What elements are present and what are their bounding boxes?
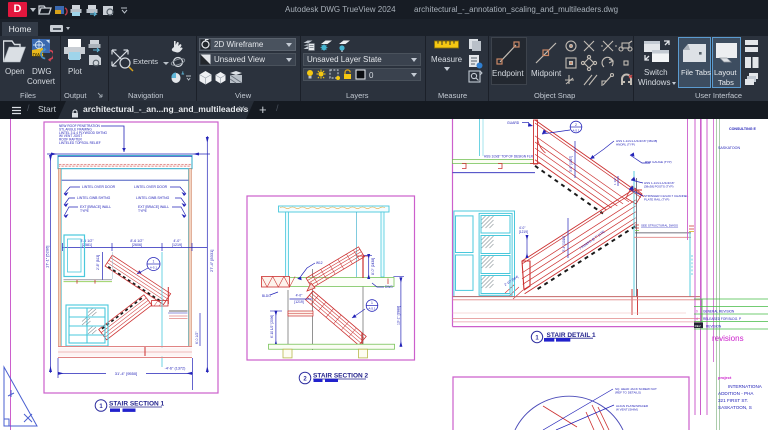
svg-text:LINTEL GWB SHTNG: LINTEL GWB SHTNG [136,196,170,200]
svg-text:PLATE RAIL (TYP): PLATE RAIL (TYP) [644,198,669,202]
svg-text:LINTEL GWB SHTNG: LINTEL GWB SHTNG [77,196,111,200]
svg-text:27'-4" [8331]: 27'-4" [8331] [209,250,214,272]
svg-text:8'-0" [2438]: 8'-0" [2438] [371,258,375,275]
svg-text:3'-4" [1016]: 3'-4" [1016] [562,236,566,252]
svg-text:1 1/2": 1 1/2" [613,177,617,185]
svg-text:2'-10" [864]: 2'-10" [864] [503,275,519,287]
svg-text:STAIR SECTION 2: STAIR SECTION 2 [313,373,369,380]
svg-text:13'-1" [3988]: 13'-1" [3988] [396,306,400,325]
svg-text:HSS 1/2x8" TOP OF DESIGN FLR: HSS 1/2x8" TOP OF DESIGN FLR [484,155,534,159]
svg-text:LINTEL OVER DOOR: LINTEL OVER DOOR [134,185,168,189]
svg-text:4'-0": 4'-0" [296,294,304,298]
svg-text:revisions: revisions [712,334,744,343]
svg-text:SASKATOON, S: SASKATOON, S [718,405,752,410]
svg-text:STAIR DETAIL 1: STAIR DETAIL 1 [547,332,597,339]
svg-text:LINTELED TOPSOIL RELIEF: LINTELED TOPSOIL RELIEF [59,141,101,145]
svg-text:A-5.1: A-5.1 [572,128,580,132]
svg-text:-4'-6" (1372): -4'-6" (1372) [165,367,187,371]
svg-text:31'-4" [9550]: 31'-4" [9550] [115,371,137,376]
svg-text:(REF TO DETAILS): (REF TO DETAILS) [615,391,641,395]
svg-text:3'-6" [1067]: 3'-6" [1067] [569,156,573,172]
svg-text:REVISION: REVISION [706,325,722,329]
svg-text:1: 1 [371,301,373,305]
svg-text:0: 0 [369,71,374,80]
svg-text:TYPE: TYPE [138,209,148,213]
svg-text:SEE STRUCTURAL DWGS: SEE STRUCTURAL DWGS [641,224,678,228]
svg-text:STAIR SECTION 1: STAIR SECTION 1 [109,401,165,408]
svg-text:17'-1" [5206]: 17'-1" [5206] [45,246,50,268]
svg-text:CONSULTING E: CONSULTING E [729,127,756,131]
svg-text:TYPE: TYPE [80,209,90,213]
svg-text:1: 1 [153,260,155,264]
svg-text:9: 9 [696,310,698,314]
svg-text:BLDG: BLDG [262,294,271,298]
svg-text:A-5.1: A-5.1 [150,266,158,270]
svg-text:[38x38] POSTS (TYP): [38x38] POSTS (TYP) [644,185,674,189]
svg-text:ADDITION - PHA: ADDITION - PHA [718,391,754,396]
svg-text:W VENT [SHIM]: W VENT [SHIM] [616,408,638,412]
svg-text:4: 4 [696,317,698,321]
svg-text:LINTEL OVER DOOR: LINTEL OVER DOOR [82,185,116,189]
svg-text:1: 1 [535,336,539,342]
svg-text:2: 2 [575,123,577,127]
svg-text:[1219]: [1219] [294,300,303,304]
svg-text:W12: W12 [316,261,323,265]
svg-text:HNDRL (TYP): HNDRL (TYP) [616,143,635,147]
svg-text:DWG: DWG [385,285,393,289]
svg-text:RELEASED FOR BLDG. P: RELEASED FOR BLDG. P [703,317,741,321]
svg-text:REV: REV [695,324,701,328]
svg-text:2: 2 [303,377,307,383]
svg-text:SASKATOON: SASKATOON [718,146,740,150]
svg-text:GENERAL REVISION: GENERAL REVISION [703,310,735,314]
svg-text:project: project [718,375,732,380]
svg-text:321 FIRST ST.: 321 FIRST ST. [718,398,748,403]
svg-text:1: 1 [99,404,103,410]
svg-text:6'-0 1/2": 6'-0 1/2" [195,331,199,344]
svg-text:2'-8" [813]: 2'-8" [813] [96,255,100,270]
svg-text:[2606]: [2606] [132,243,142,247]
svg-text:INTERNATIONA: INTERNATIONA [728,384,763,389]
svg-text:RSR GAUGE (TYP): RSR GAUGE (TYP) [645,160,672,164]
svg-text:GUARD: GUARD [507,121,520,125]
svg-text:[1219]: [1219] [519,230,528,234]
svg-text:6'-10 1/2" [2096]: 6'-10 1/2" [2096] [270,315,274,338]
svg-text:[1219]: [1219] [172,243,182,247]
svg-text:[2581]: [2581] [82,243,92,247]
svg-text:A-5.1: A-5.1 [368,307,376,311]
